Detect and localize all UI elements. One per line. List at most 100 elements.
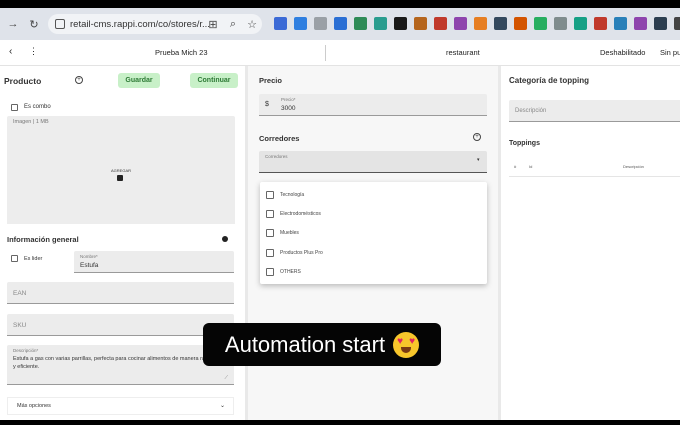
corridors-dropdown: Tecnología Electrodomésticos Muebles Pro… (260, 182, 487, 284)
corridor-checkbox[interactable] (266, 268, 274, 276)
back-icon[interactable]: ‹ (9, 46, 12, 57)
corridor-option[interactable]: Muebles (266, 228, 299, 238)
upload-image-icon[interactable] (117, 175, 123, 181)
extension-icon[interactable] (474, 17, 487, 30)
leader-checkbox[interactable] (11, 255, 18, 262)
corridors-select[interactable]: Corredores ▾ (259, 151, 487, 173)
extension-icon[interactable] (374, 17, 387, 30)
image-label: Imagen | 1 MB (13, 119, 49, 125)
info-icon (222, 236, 228, 242)
extension-icon[interactable] (394, 17, 407, 30)
extension-icon[interactable] (634, 17, 647, 30)
extension-icon[interactable] (514, 17, 527, 30)
name-label: Nombre* (80, 254, 98, 259)
more-vert-icon[interactable]: ⋮ (29, 46, 38, 57)
price-label: Precio* (281, 97, 296, 102)
corridor-option[interactable]: Productos Plus Pro (266, 248, 323, 258)
toppings-col-id: Id (529, 164, 533, 169)
reload-icon[interactable]: ↻ (27, 17, 41, 31)
caption-text: Automation start (224, 331, 386, 357)
chevron-down-icon: ⌄ (220, 403, 226, 409)
toppings-col-hash: # (514, 164, 517, 169)
name-input[interactable]: Nombre* Estufa (74, 251, 234, 273)
corridor-option-label: Electrodomésticos (280, 211, 321, 217)
toppings-title: Toppings (509, 140, 540, 147)
extension-icon[interactable] (314, 17, 327, 30)
extensions-bar (274, 17, 680, 31)
extension-icon[interactable] (454, 17, 467, 30)
corridor-checkbox[interactable] (266, 191, 274, 199)
topping-description-placeholder: Descripción (515, 108, 547, 114)
corridor-option-label: OTHERS (280, 269, 301, 275)
corridor-option[interactable]: OTHERS (266, 267, 301, 277)
resize-handle-icon[interactable]: ⟋ (224, 375, 228, 381)
add-circle-icon[interactable]: + (75, 76, 83, 84)
leader-label: Es lider (24, 256, 43, 262)
site-info-icon[interactable] (55, 19, 65, 29)
extension-icon[interactable] (594, 17, 607, 30)
ean-placeholder: EAN (13, 290, 27, 297)
extension-icon[interactable] (334, 17, 347, 30)
zoom-icon[interactable]: ⌕ (226, 17, 240, 31)
divider (325, 45, 326, 61)
corridors-title: Corredores (259, 134, 300, 143)
extension-icon[interactable] (494, 17, 507, 30)
corridor-checkbox[interactable] (266, 229, 274, 237)
add-corridor-icon[interactable]: + (473, 133, 481, 141)
topping-panel: Categoría de topping Descripción Topping… (501, 66, 680, 420)
store-status: Deshabilitado (600, 48, 646, 57)
extension-icon[interactable] (274, 17, 287, 30)
corridor-checkbox[interactable] (266, 249, 274, 257)
save-button[interactable]: Guardar (118, 73, 160, 88)
extension-icon[interactable] (574, 17, 587, 30)
extension-icon[interactable] (654, 17, 667, 30)
description-textarea[interactable]: Descripción* Estufa a gas con varias par… (7, 345, 234, 385)
store-name: Prueba Mich 23 (155, 48, 208, 57)
forward-icon[interactable]: → (6, 17, 20, 31)
caption-overlay: Automation start (203, 323, 441, 366)
image-upload-area[interactable]: Imagen | 1 MB AGREGAR (7, 116, 235, 224)
continue-button[interactable]: Continuar (190, 73, 238, 88)
extension-icon[interactable] (674, 17, 680, 30)
more-options-expander[interactable]: Más opciones ⌄ (7, 397, 234, 415)
corridor-option[interactable]: Tecnología (266, 190, 304, 200)
price-value: 3000 (281, 105, 296, 112)
heart-eyes-emoji-icon (393, 331, 420, 358)
topping-category-title: Categoría de topping (509, 76, 589, 85)
extension-icon[interactable] (294, 17, 307, 30)
more-options-label: Más opciones (17, 403, 51, 409)
translate-icon[interactable]: ⊞ (206, 17, 220, 31)
price-input[interactable]: $ Precio* 3000 (259, 94, 487, 116)
table-divider (509, 176, 680, 177)
description-label: Descripción* (13, 348, 39, 353)
corridor-option-label: Productos Plus Pro (280, 250, 323, 256)
name-value: Estufa (80, 262, 99, 269)
extension-icon[interactable] (554, 17, 567, 30)
browser-toolbar: → ↻ retail-cms.rappi.com/co/stores/r... … (0, 8, 680, 40)
url-text: retail-cms.rappi.com/co/stores/r... (70, 18, 210, 30)
extension-icon[interactable] (434, 17, 447, 30)
ean-input[interactable]: EAN (7, 282, 234, 304)
bookmark-star-icon[interactable]: ☆ (245, 17, 259, 31)
dropdown-arrow-icon: ▾ (477, 157, 480, 163)
combo-label: Es combo (24, 104, 51, 110)
product-title: Producto (4, 76, 42, 86)
topping-description-input[interactable]: Descripción (509, 100, 680, 122)
corridor-option[interactable]: Electrodomésticos (266, 209, 321, 219)
upload-label: AGREGAR (111, 168, 132, 173)
sku-input[interactable]: SKU (7, 314, 234, 336)
price-title: Precio (259, 76, 282, 85)
extension-icon[interactable] (534, 17, 547, 30)
extension-icon[interactable] (414, 17, 427, 30)
corridor-checkbox[interactable] (266, 210, 274, 218)
general-info-title: Información general (7, 235, 79, 244)
extension-icon[interactable] (614, 17, 627, 30)
corridor-option-label: Tecnología (280, 192, 305, 198)
toppings-col-description: Descripción (623, 164, 644, 169)
combo-checkbox[interactable] (11, 104, 18, 111)
extension-icon[interactable] (354, 17, 367, 30)
store-category: restaurant (446, 48, 480, 57)
currency-symbol: $ (265, 101, 269, 108)
sku-placeholder: SKU (13, 322, 27, 329)
app-header: ‹ ⋮ Prueba Mich 23 restaurant Deshabilit… (0, 40, 680, 66)
